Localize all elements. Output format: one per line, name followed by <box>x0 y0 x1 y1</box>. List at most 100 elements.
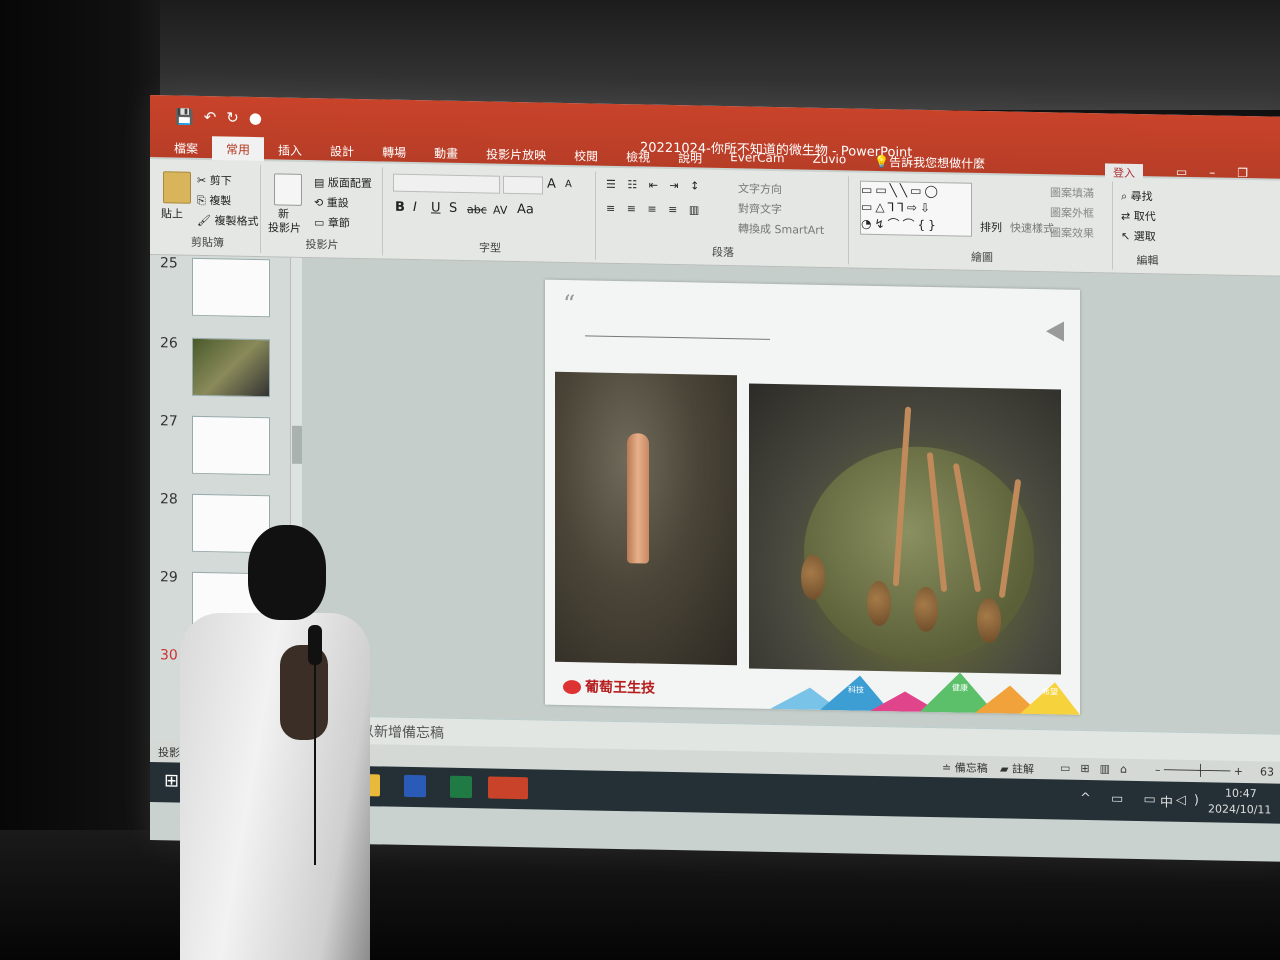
tab-slideshow[interactable]: 投影片放映 <box>472 141 560 167</box>
shapes-gallery[interactable]: ▭▭╲╲▭◯ ▭△⅂⅂⇨⇩ ◔↯⌒⌒{} <box>860 180 972 237</box>
slide-thumbnail[interactable] <box>192 415 270 476</box>
tab-design[interactable]: 設計 <box>316 138 368 163</box>
shape-effects-button[interactable]: 圖案效果 <box>1050 224 1094 241</box>
drawing-label: 繪圖 <box>971 250 993 265</box>
select-button[interactable]: ↖ 選取 <box>1121 228 1156 245</box>
tell-me-search[interactable]: 💡告訴我您想做什麼 <box>860 149 999 176</box>
bold-button[interactable]: B <box>395 200 405 215</box>
triangle-marker-icon <box>1046 321 1064 342</box>
record-icon[interactable]: ● <box>249 109 272 127</box>
layout-button[interactable]: ▤ 版面配置 <box>314 174 372 191</box>
find-button[interactable]: ⌕ 尋找 <box>1121 188 1153 205</box>
align-text-button[interactable]: 對齊文字 <box>738 200 782 217</box>
cordyceps-photo-2 <box>749 383 1061 675</box>
paste-icon[interactable] <box>163 171 191 204</box>
font-group: A A B I U S abc AV Aa 字型 <box>385 167 596 260</box>
tab-zuvio[interactable]: Zuvio <box>799 147 861 172</box>
maximize-icon[interactable]: ❐ <box>1237 166 1270 181</box>
tab-evercam[interactable]: EverCam <box>716 146 798 172</box>
shape-outline-button[interactable]: 圖案外框 <box>1050 204 1094 221</box>
slide-thumbnail[interactable] <box>192 337 270 398</box>
tab-review[interactable]: 校閱 <box>560 143 612 168</box>
caterpillar-body <box>867 580 891 627</box>
font-grow-button[interactable]: A <box>547 177 556 192</box>
slides-group: 新 投影片 ▤ 版面配置 ⟲ 重設 ▭ 章節 投影片 <box>262 165 383 256</box>
copy-icon: ⎘ <box>197 193 206 208</box>
fungus-stalk <box>627 433 649 564</box>
company-logo: 葡萄王生技 <box>563 676 655 698</box>
ribbon-display-icon[interactable]: ▭ <box>1176 165 1209 180</box>
excel-icon[interactable] <box>450 775 472 799</box>
minimize-icon[interactable]: – <box>1209 165 1237 180</box>
text-direction-button[interactable]: 文字方向 <box>738 180 782 197</box>
presenter-silhouette <box>170 525 380 960</box>
thumb-number: 28 <box>160 491 178 508</box>
redo-icon[interactable]: ↻ <box>226 108 249 126</box>
brush-icon: 🖌 <box>197 213 211 228</box>
editing-label: 編輯 <box>1136 253 1159 268</box>
zoom-slider[interactable]: – ─────┼──── + <box>1155 763 1243 778</box>
copy-button[interactable]: ⎘ 複製 <box>197 192 231 209</box>
room-wall-left <box>0 0 165 960</box>
font-label: 字型 <box>479 241 501 255</box>
convert-smartart-button[interactable]: 轉換成 SmartArt <box>738 220 824 238</box>
tab-transitions[interactable]: 轉場 <box>368 139 420 164</box>
quick-styles-button[interactable]: 快速樣式 <box>1010 220 1054 237</box>
tab-animations[interactable]: 動畫 <box>420 140 472 165</box>
tab-help[interactable]: 說明 <box>664 145 716 170</box>
current-slide[interactable]: “ 葡萄王生技 科技 健康 希望 <box>545 279 1080 715</box>
cut-button[interactable]: ✂ 剪下 <box>197 172 232 189</box>
quote-mark: “ <box>563 289 576 319</box>
view-buttons[interactable]: ▭⊞▥⌂ <box>1060 761 1137 775</box>
replace-button[interactable]: ⇄ 取代 <box>1121 208 1156 225</box>
char-spacing-button[interactable]: AV <box>493 204 507 217</box>
section-button[interactable]: ▭ 章節 <box>314 214 350 231</box>
tab-file[interactable]: 檔案 <box>160 135 212 160</box>
quick-access-toolbar[interactable]: 💾↶↻● <box>175 107 272 127</box>
reset-button[interactable]: ⟲ 重設 <box>314 194 349 211</box>
undo-icon[interactable]: ↶ <box>204 108 227 126</box>
paste-button[interactable]: 貼上 <box>161 205 183 221</box>
caterpillar-body <box>914 586 938 633</box>
zoom-level[interactable]: 63 <box>1260 765 1274 778</box>
comments-button[interactable]: ▰ 註解 <box>1000 760 1034 777</box>
tab-view[interactable]: 檢視 <box>612 144 664 169</box>
bullets-icon[interactable]: ☰ ☷ ⇤ ⇥ ↕ <box>606 178 703 193</box>
align-icons[interactable]: ≡ ≡ ≡ ≡ ▥ <box>606 202 703 217</box>
slide-thumbnail[interactable] <box>192 257 270 318</box>
italic-button[interactable]: I <box>413 200 417 215</box>
shadow-button[interactable]: S <box>449 201 457 216</box>
clock-date[interactable]: 2024/10/11 <box>1208 802 1271 816</box>
reset-icon: ⟲ <box>314 196 324 210</box>
font-size-select[interactable] <box>503 175 543 195</box>
strike-button[interactable]: abc <box>467 203 487 216</box>
change-case-button[interactable]: Aa <box>517 202 534 217</box>
room-wall-top <box>160 0 1280 110</box>
thumb-number: 26 <box>160 335 178 352</box>
clock-time[interactable]: 10:47 <box>1225 787 1257 801</box>
powerpoint-icon[interactable] <box>488 776 528 800</box>
new-slide-icon[interactable] <box>274 173 302 206</box>
search-icon: ⌕ <box>1121 189 1128 203</box>
presenter-head <box>248 525 326 620</box>
word-icon[interactable] <box>404 774 426 798</box>
scissors-icon: ✂ <box>197 173 207 188</box>
system-tray-icons[interactable]: ^ ▭ ▭ ◁) <box>1080 791 1207 808</box>
tab-home[interactable]: 常用 <box>212 136 265 162</box>
tab-insert[interactable]: 插入 <box>264 137 316 162</box>
font-shrink-button[interactable]: A <box>565 179 572 190</box>
notes-button[interactable]: ≐ 備忘稿 <box>942 759 988 776</box>
ime-indicator[interactable]: 中 <box>1160 791 1173 810</box>
colorful-banner: 科技 健康 希望 <box>770 672 1080 715</box>
format-painter-button[interactable]: 🖌 複製格式 <box>197 212 258 229</box>
paragraph-group: ☰ ☷ ⇤ ⇥ ↕ ≡ ≡ ≡ ≡ ▥ 文字方向 對齊文字 轉換成 SmartA… <box>598 171 849 265</box>
font-family-select[interactable] <box>393 173 500 194</box>
arrange-button[interactable]: 排列 <box>980 219 1002 235</box>
underline-button[interactable]: U <box>431 200 441 215</box>
thumb-number: 25 <box>160 255 178 272</box>
shape-fill-button[interactable]: 圖案填滿 <box>1050 184 1094 201</box>
save-icon[interactable]: 💾 <box>175 107 204 126</box>
replace-icon: ⇄ <box>1121 209 1131 223</box>
new-slide-label-2[interactable]: 投影片 <box>268 219 301 236</box>
scrollbar-thumb[interactable] <box>292 425 302 464</box>
